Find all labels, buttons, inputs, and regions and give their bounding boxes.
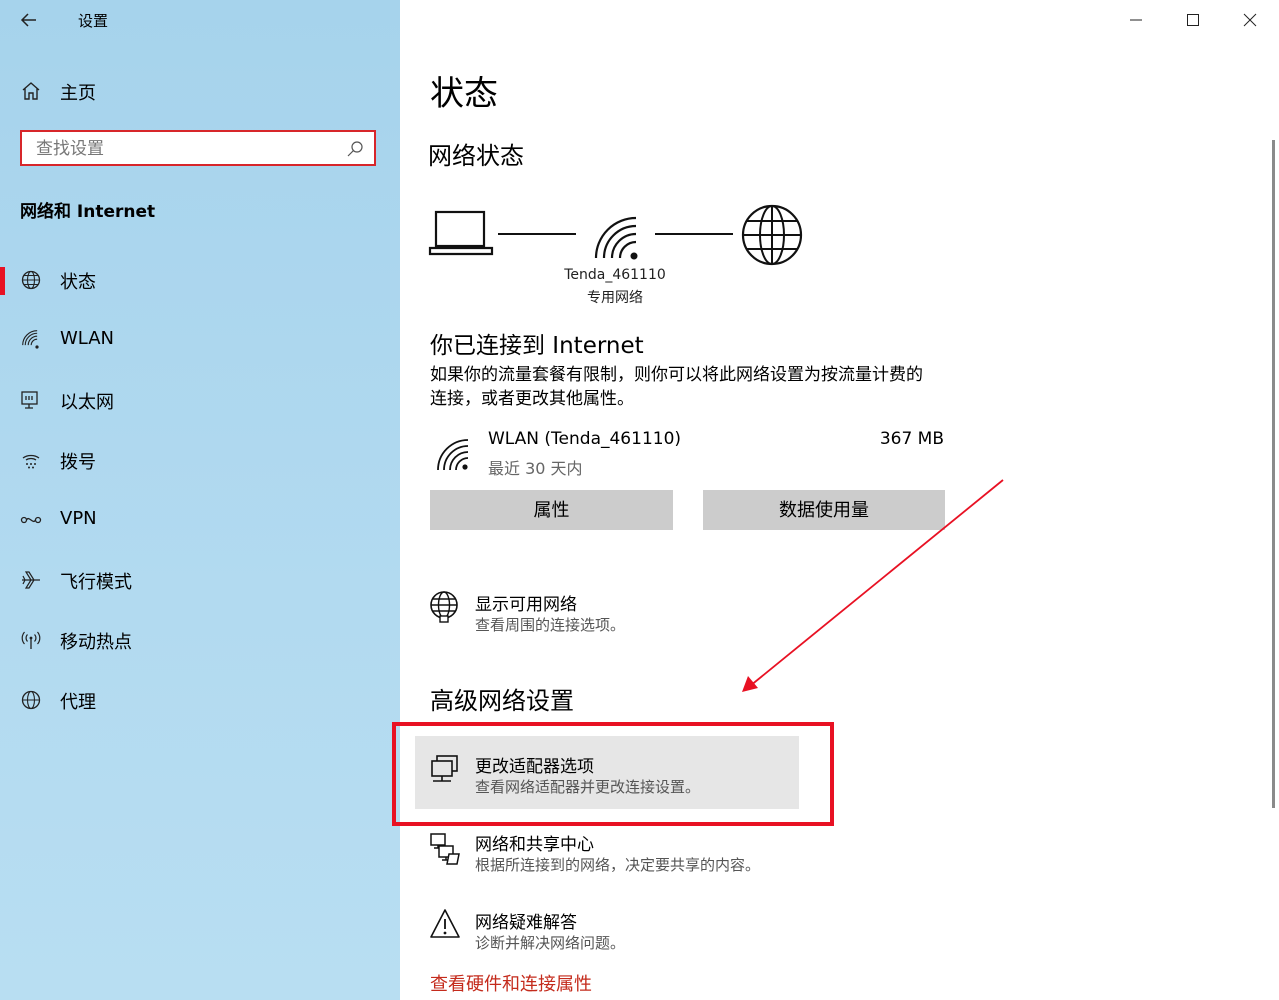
warning-triangle-icon <box>429 908 461 940</box>
sidebar-item-ethernet[interactable]: 以太网 <box>0 377 400 425</box>
hotspot-icon <box>20 629 42 651</box>
sidebar-item-vpn[interactable]: VPN <box>0 497 400 545</box>
network-troubleshooter-link[interactable]: 网络疑难解答 诊断并解决网络问题。 <box>415 906 799 956</box>
sidebar-item-proxy[interactable]: 代理 <box>0 677 400 725</box>
proxy-globe-icon <box>20 689 42 711</box>
sidebar-item-wlan[interactable]: WLAN <box>0 317 400 365</box>
network-status-heading: 网络状态 <box>428 142 524 170</box>
airplane-icon <box>20 569 42 591</box>
network-type-label: 专用网络 <box>587 290 643 306</box>
connection-line <box>655 233 733 235</box>
sidebar-item-label: WLAN <box>60 328 115 349</box>
vpn-icon <box>20 509 42 531</box>
sidebar-item-dialup[interactable]: 拨号 <box>0 437 400 485</box>
laptop-icon <box>428 208 494 258</box>
connection-line <box>498 233 576 235</box>
scrollbar[interactable] <box>1272 140 1275 808</box>
data-usage-value: 367 MB <box>879 429 944 449</box>
ethernet-icon <box>20 389 42 411</box>
connected-description-line1: 如果你的流量套餐有限制，则你可以将此网络设置为按流量计费的 <box>430 365 923 385</box>
app-title: 设置 <box>78 12 109 30</box>
status-globe-icon <box>20 269 42 291</box>
show-networks-desc: 查看周围的连接选项。 <box>475 616 626 634</box>
search-icon[interactable] <box>346 140 364 158</box>
show-networks-title: 显示可用网络 <box>475 595 577 615</box>
network-globe-icon <box>429 590 461 624</box>
sidebar-item-label: VPN <box>60 508 97 529</box>
connection-name: WLAN (Tenda_461110) <box>488 429 682 449</box>
sidebar-item-label: 代理 <box>60 692 96 713</box>
sidebar-item-label: 移动热点 <box>60 632 132 653</box>
close-icon[interactable] <box>1230 6 1270 34</box>
sidebar: 设置 主页 网络和 Internet 状态 WLAN 以太网 <box>0 0 400 1000</box>
wifi-connection-icon <box>436 436 472 472</box>
properties-button[interactable]: 属性 <box>430 490 673 530</box>
search-input[interactable] <box>34 136 338 162</box>
search-box[interactable] <box>20 130 376 166</box>
sharing-center-desc: 根据所连接到的网络，决定要共享的内容。 <box>475 856 761 874</box>
sidebar-item-airplane[interactable]: 飞行模式 <box>0 557 400 605</box>
category-heading: 网络和 Internet <box>20 202 156 222</box>
dialup-icon <box>20 449 42 471</box>
wifi-signal-icon <box>592 212 642 260</box>
sidebar-item-label: 主页 <box>60 83 96 104</box>
highlight-annotation-box <box>392 722 834 826</box>
advanced-settings-heading: 高级网络设置 <box>430 687 574 715</box>
network-name-label: Tenda_461110 <box>564 267 666 283</box>
view-hardware-properties-link[interactable]: 查看硬件和连接属性 <box>430 970 592 996</box>
network-sharing-center-link[interactable]: 网络和共享中心 根据所连接到的网络，决定要共享的内容。 <box>415 828 799 878</box>
sharing-center-icon <box>429 832 463 866</box>
sharing-center-title: 网络和共享中心 <box>475 835 594 855</box>
page-title: 状态 <box>430 74 498 114</box>
sidebar-item-home[interactable]: 主页 <box>0 68 400 116</box>
connected-description-line2: 连接，或者更改其他属性。 <box>430 389 634 409</box>
home-icon <box>20 80 42 102</box>
sidebar-item-label: 拨号 <box>60 452 96 473</box>
maximize-icon[interactable] <box>1173 6 1213 34</box>
annotation-arrow-icon <box>736 476 1008 698</box>
sidebar-item-label: 状态 <box>60 272 96 293</box>
troubleshooter-desc: 诊断并解决网络问题。 <box>475 934 626 952</box>
connected-heading: 你已连接到 Internet <box>430 333 644 359</box>
sidebar-item-label: 以太网 <box>60 392 114 413</box>
sidebar-item-hotspot[interactable]: 移动热点 <box>0 617 400 665</box>
usage-period: 最近 30 天内 <box>488 459 583 478</box>
back-arrow-icon[interactable] <box>14 6 46 34</box>
sidebar-item-status[interactable]: 状态 <box>0 257 400 305</box>
sidebar-item-label: 飞行模式 <box>60 572 132 593</box>
wifi-icon <box>20 329 42 351</box>
troubleshooter-title: 网络疑难解答 <box>475 913 577 933</box>
internet-globe-icon <box>740 203 804 267</box>
minimize-icon[interactable] <box>1116 6 1156 34</box>
